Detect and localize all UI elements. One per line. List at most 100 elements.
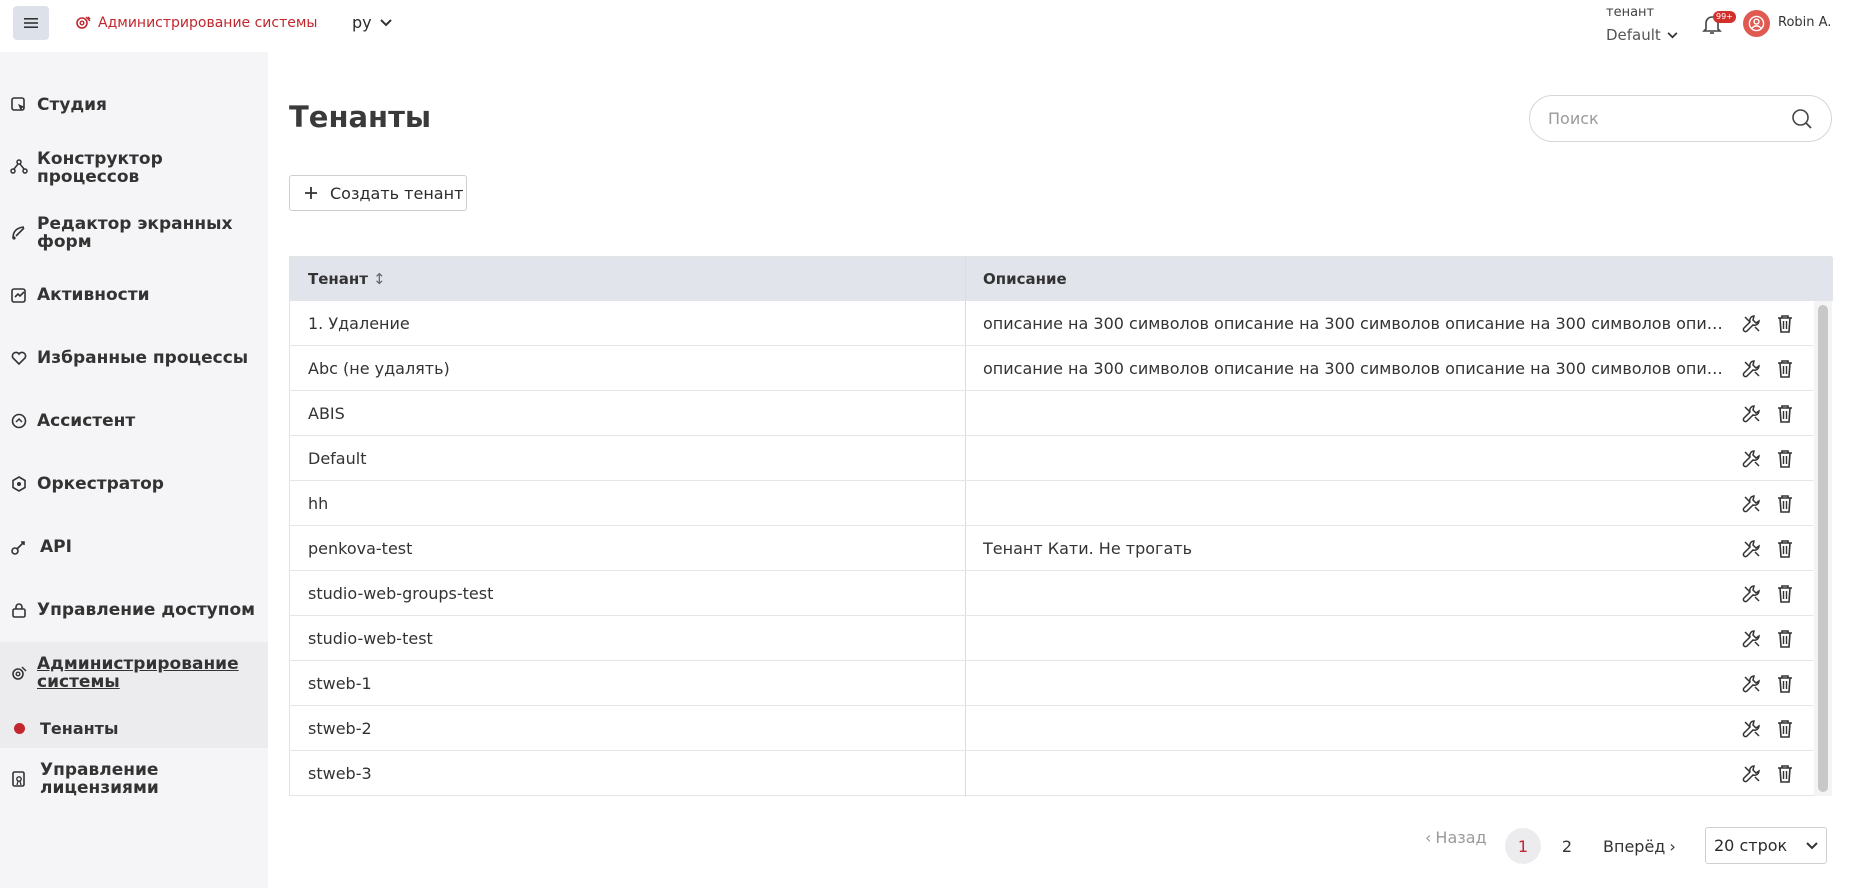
create-tenant-label: Создать тенант [330, 183, 464, 203]
table-row[interactable]: stweb-2 [290, 706, 1813, 751]
sidebar-item-label: Избранные процессы [37, 348, 249, 368]
pagination-next-label: Вперёд [1603, 837, 1666, 856]
tenant-description-cell: Тенант Кати. Не трогать [983, 539, 1192, 558]
trash-icon[interactable] [1774, 583, 1796, 605]
chevron-down-icon [1806, 841, 1818, 849]
pagination-prev-label: Назад [1435, 828, 1487, 847]
create-tenant-button[interactable]: Создать тенант [289, 175, 467, 211]
pagination-next-button[interactable]: Вперёд › [1603, 837, 1676, 856]
sidebar-item-licenses[interactable]: Управление лицензиями [0, 759, 268, 799]
rows-per-page-select[interactable]: 20 строк [1705, 827, 1827, 864]
sidebar-item-form-editor[interactable]: Редактор экранных форм [0, 213, 268, 253]
tenant-name-cell: ABIS [308, 404, 345, 423]
tenant-switcher-value-row[interactable]: Default [1606, 24, 1678, 46]
settings-wrench-icon[interactable] [1741, 313, 1763, 335]
settings-wrench-icon[interactable] [1741, 583, 1763, 605]
studio-icon [11, 97, 25, 111]
table-row[interactable]: studio-web-groups-test [290, 571, 1813, 616]
pagination-prev-button[interactable]: ‹ Назад [1425, 828, 1487, 847]
trash-icon[interactable] [1774, 538, 1796, 560]
pagination-page-1[interactable]: 1 [1505, 828, 1541, 864]
table-row[interactable]: stweb-1 [290, 661, 1813, 706]
settings-wrench-icon[interactable] [1741, 358, 1763, 380]
table-row[interactable]: Default [290, 436, 1813, 481]
trash-icon[interactable] [1774, 403, 1796, 425]
chevron-right-icon: › [1669, 837, 1676, 856]
tenant-name-cell: penkova-test [308, 539, 413, 558]
sidebar-item-label: Редактор экранных форм [37, 214, 233, 252]
search-input[interactable] [1548, 109, 1791, 128]
table-header: Тенант ↕ Описание [290, 257, 1833, 301]
settings-wrench-icon[interactable] [1741, 448, 1763, 470]
sidebar-item-access[interactable]: Управление доступом [0, 599, 268, 621]
top-bar: Администрирование системы ру тенант Defa… [0, 0, 1851, 44]
scrollbar-thumb[interactable] [1818, 305, 1828, 792]
chevron-down-icon [1667, 31, 1678, 38]
tenant-description-cell [983, 481, 1728, 526]
sidebar-item-favorites[interactable]: Избранные процессы [0, 347, 268, 369]
tenants-table: Тенант ↕ Описание 1. Удаление описание на… [289, 256, 1833, 797]
avatar[interactable] [1743, 10, 1770, 37]
hamburger-icon [24, 18, 38, 28]
sidebar-item-admin[interactable]: Администрирование системы [0, 653, 268, 693]
settings-wrench-icon[interactable] [1741, 763, 1763, 785]
user-icon [1748, 15, 1765, 32]
table-row[interactable]: ABIS [290, 391, 1813, 436]
sidebar-item-assistant[interactable]: Ассистент [0, 410, 268, 432]
sidebar-item-studio[interactable]: Студия [0, 94, 268, 116]
table-row[interactable]: penkova-test Тенант Кати. Не трогать [290, 526, 1813, 571]
table-row[interactable]: studio-web-test [290, 616, 1813, 661]
settings-wrench-icon[interactable] [1741, 718, 1763, 740]
trash-icon[interactable] [1774, 673, 1796, 695]
menu-toggle-button[interactable] [13, 6, 49, 40]
settings-wrench-icon[interactable] [1741, 493, 1763, 515]
app-brand[interactable]: Администрирование системы [74, 14, 317, 32]
tenant-name-cell: Default [308, 449, 367, 468]
tenant-switcher-label: тенант [1606, 5, 1655, 20]
tenant-switcher[interactable]: тенант Default [1606, 2, 1678, 46]
table-row[interactable]: stweb-3 [290, 751, 1813, 796]
settings-wrench-icon[interactable] [1741, 673, 1763, 695]
settings-wrench-icon[interactable] [1741, 403, 1763, 425]
tenant-description-cell: описание на 300 символов описание на 300… [983, 314, 1728, 333]
language-select[interactable]: ру [352, 13, 392, 32]
sidebar-item-api[interactable]: API [0, 536, 268, 558]
username[interactable]: Robin A. [1778, 15, 1831, 30]
search-icon[interactable] [1791, 108, 1813, 130]
api-icon [11, 541, 25, 555]
tenant-description-cell [983, 751, 1728, 796]
sidebar-item-label: Администрирование системы [37, 654, 239, 692]
tenant-description-cell [983, 436, 1728, 481]
column-header-tenant-label: Тенант [308, 270, 368, 288]
tenant-description-cell: описание на 300 символов описание на 300… [983, 359, 1728, 378]
trash-icon[interactable] [1774, 763, 1796, 785]
trash-icon[interactable] [1774, 628, 1796, 650]
pagination-page-2[interactable]: 2 [1557, 837, 1577, 856]
rows-per-page-value: 20 строк [1714, 836, 1788, 855]
trash-icon[interactable] [1774, 718, 1796, 740]
settings-wrench-icon[interactable] [1741, 628, 1763, 650]
sidebar-item-activities[interactable]: Активности [0, 284, 268, 306]
tenant-name-cell: hh [308, 494, 329, 513]
table-row[interactable]: Abc (не удалять) описание на 300 символов… [290, 346, 1813, 391]
tenant-description-cell [983, 706, 1728, 751]
sidebar-subitem-tenants[interactable]: Тенанты [0, 713, 268, 743]
column-header-tenant[interactable]: Тенант ↕ [308, 257, 386, 301]
tenant-name-cell: stweb-1 [308, 674, 372, 693]
table-row[interactable]: 1. Удаление описание на 300 символов опис… [290, 301, 1813, 346]
sidebar-item-orchestrator[interactable]: Оркестратор [0, 473, 268, 495]
tenant-name-cell: studio-web-test [308, 629, 433, 648]
orchestrator-icon [12, 476, 26, 492]
active-dot-icon [14, 722, 25, 734]
admin-gear-icon [76, 16, 91, 29]
sort-icon[interactable]: ↕ [373, 270, 386, 288]
settings-wrench-icon[interactable] [1741, 538, 1763, 560]
trash-icon[interactable] [1774, 493, 1796, 515]
trash-icon[interactable] [1774, 313, 1796, 335]
sidebar-item-process-builder[interactable]: Конструктор процессов [0, 150, 268, 186]
trash-icon[interactable] [1774, 358, 1796, 380]
trash-icon[interactable] [1774, 448, 1796, 470]
table-row[interactable]: hh [290, 481, 1813, 526]
tenant-name-cell: Abc (не удалять) [308, 359, 450, 378]
plus-icon [305, 187, 317, 199]
